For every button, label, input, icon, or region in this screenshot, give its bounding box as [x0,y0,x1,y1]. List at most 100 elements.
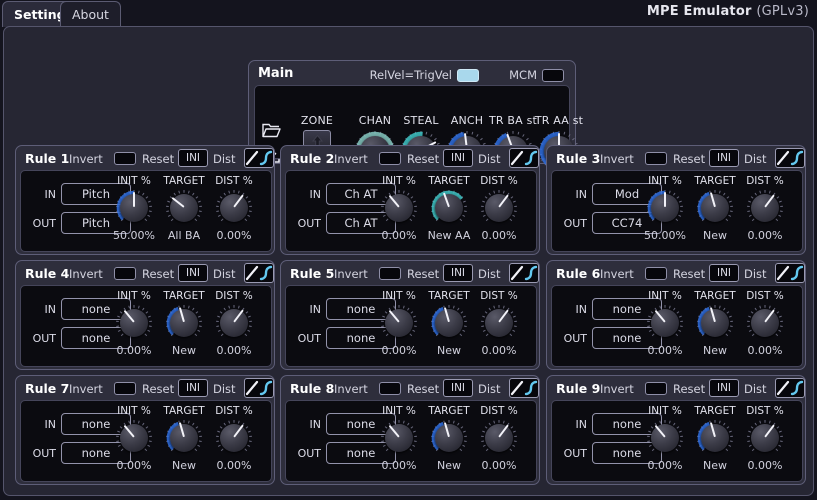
rule-9-init-knob-group[interactable]: INIT %0.00% [638,405,692,472]
rule-4-init-knob-group[interactable]: INIT %0.00% [107,290,161,357]
rule-6-init-dial[interactable] [645,303,685,343]
rule-9-init-dial[interactable] [645,418,685,458]
rule-7-init-dial[interactable] [114,418,154,458]
rule-3-target-knob-group[interactable]: TARGETNew [688,175,742,242]
rule-7-target-knob-group[interactable]: TARGETNew [157,405,211,472]
rule-2-init-dial[interactable] [379,188,419,228]
tab-about-label: About [72,7,109,22]
relvel-trigvel-toggle[interactable]: RelVel=TrigVel [370,68,479,82]
relvel-trigvel-switch[interactable] [457,69,479,82]
rule-4-init-dial[interactable] [114,303,154,343]
main-panel-title: Main [258,66,293,81]
mcm-toggle[interactable]: MCM [509,68,564,82]
rule-8-target-dial[interactable] [429,418,469,458]
rule-1-target-knob-group[interactable]: TARGETAll BA [157,175,211,242]
rule-body-7: IN none OUT none INIT %0.00%TARGETNewDIS… [20,400,272,482]
rule-2-dist-dial[interactable] [479,188,519,228]
folder-open-icon[interactable] [262,122,281,143]
reset-ini-button[interactable]: INI [709,149,739,167]
reset-ini-button[interactable]: INI [443,379,473,397]
rule-1-target-dial[interactable] [164,188,204,228]
dist-curve-toggle[interactable] [509,378,539,398]
mcm-switch[interactable] [542,69,564,82]
rule-3-init-dial[interactable] [645,188,685,228]
rule-3-dist-dial[interactable] [745,188,785,228]
rule-6-target-dial[interactable] [695,303,735,343]
dist-knob-label: DIST % [738,405,792,417]
in-label: IN [557,188,587,201]
dist-knob-value: 0.00% [738,344,792,357]
dist-knob-label: DIST % [472,175,526,187]
rule-7-init-knob-group[interactable]: INIT %0.00% [107,405,161,472]
rule-9-target-knob-group[interactable]: TARGETNew [688,405,742,472]
invert-toggle[interactable] [645,267,667,280]
reset-ini-button[interactable]: INI [178,379,208,397]
invert-toggle[interactable] [379,152,401,165]
rule-3-init-knob-group[interactable]: INIT %50.00% [638,175,692,242]
dist-curve-toggle[interactable] [244,148,274,168]
rule-4-target-knob-group[interactable]: TARGETNew [157,290,211,357]
rule-4-dist-dial-cap [220,309,248,337]
rule-7-dist-dial[interactable] [214,418,254,458]
rule-9-dist-knob-group[interactable]: DIST %0.00% [738,405,792,472]
rule-9-target-dial[interactable] [695,418,735,458]
target-knob-label: TARGET [688,405,742,417]
reset-ini-button[interactable]: INI [178,264,208,282]
rule-1-dist-knob-group[interactable]: DIST %0.00% [207,175,261,242]
dist-curve-toggle[interactable] [509,148,539,168]
rule-3-dist-dial-cap [751,194,779,222]
rule-5-target-knob-group[interactable]: TARGETNew [422,290,476,357]
rule-7-target-dial[interactable] [164,418,204,458]
rule-6-dist-knob-group[interactable]: DIST %0.00% [738,290,792,357]
tab-about[interactable]: About [60,1,121,27]
rule-8-dist-knob-group[interactable]: DIST %0.00% [472,405,526,472]
rule-5-target-dial[interactable] [429,303,469,343]
rule-4-target-dial-cap [170,309,198,337]
invert-toggle[interactable] [645,382,667,395]
rule-6-dist-dial[interactable] [745,303,785,343]
reset-ini-button[interactable]: INI [443,149,473,167]
rule-2-dist-knob-group[interactable]: DIST %0.00% [472,175,526,242]
invert-toggle[interactable] [379,267,401,280]
rule-5-dist-dial[interactable] [479,303,519,343]
rule-4-target-dial[interactable] [164,303,204,343]
invert-toggle[interactable] [645,152,667,165]
invert-toggle[interactable] [114,382,136,395]
reset-ini-button[interactable]: INI [443,264,473,282]
rule-2-init-knob-group[interactable]: INIT %0.00% [372,175,426,242]
dist-curve-toggle[interactable] [775,378,805,398]
rule-5-dist-knob-group[interactable]: DIST %0.00% [472,290,526,357]
dist-curve-toggle[interactable] [775,263,805,283]
invert-toggle[interactable] [114,267,136,280]
rule-1-init-dial[interactable] [114,188,154,228]
rule-2-target-dial[interactable] [429,188,469,228]
dist-curve-toggle[interactable] [244,263,274,283]
rule-5-init-dial[interactable] [379,303,419,343]
rule-4-dist-dial[interactable] [214,303,254,343]
rule-8-dist-dial[interactable] [479,418,519,458]
rule-1-init-knob-group[interactable]: INIT %50.00% [107,175,161,242]
rule-6-target-knob-group[interactable]: TARGETNew [688,290,742,357]
reset-ini-button[interactable]: INI [709,264,739,282]
rule-1-dist-dial[interactable] [214,188,254,228]
rule-panel-7: Rule 7 Invert Reset INI Dist IN none [15,375,275,485]
target-knob-value: New [422,344,476,357]
rule-9-dist-dial[interactable] [745,418,785,458]
reset-ini-button[interactable]: INI [709,379,739,397]
invert-toggle[interactable] [114,152,136,165]
rule-6-init-knob-group[interactable]: INIT %0.00% [638,290,692,357]
rule-5-init-knob-group[interactable]: INIT %0.00% [372,290,426,357]
rule-8-init-knob-group[interactable]: INIT %0.00% [372,405,426,472]
dist-curve-toggle[interactable] [775,148,805,168]
dist-curve-toggle[interactable] [509,263,539,283]
rule-2-target-knob-group[interactable]: TARGETNew AA [422,175,476,242]
reset-ini-button[interactable]: INI [178,149,208,167]
rule-8-target-knob-group[interactable]: TARGETNew [422,405,476,472]
rule-4-dist-knob-group[interactable]: DIST %0.00% [207,290,261,357]
rule-3-dist-knob-group[interactable]: DIST %0.00% [738,175,792,242]
rule-8-init-dial[interactable] [379,418,419,458]
dist-curve-toggle[interactable] [244,378,274,398]
rule-7-dist-knob-group[interactable]: DIST %0.00% [207,405,261,472]
invert-toggle[interactable] [379,382,401,395]
rule-3-target-dial[interactable] [695,188,735,228]
